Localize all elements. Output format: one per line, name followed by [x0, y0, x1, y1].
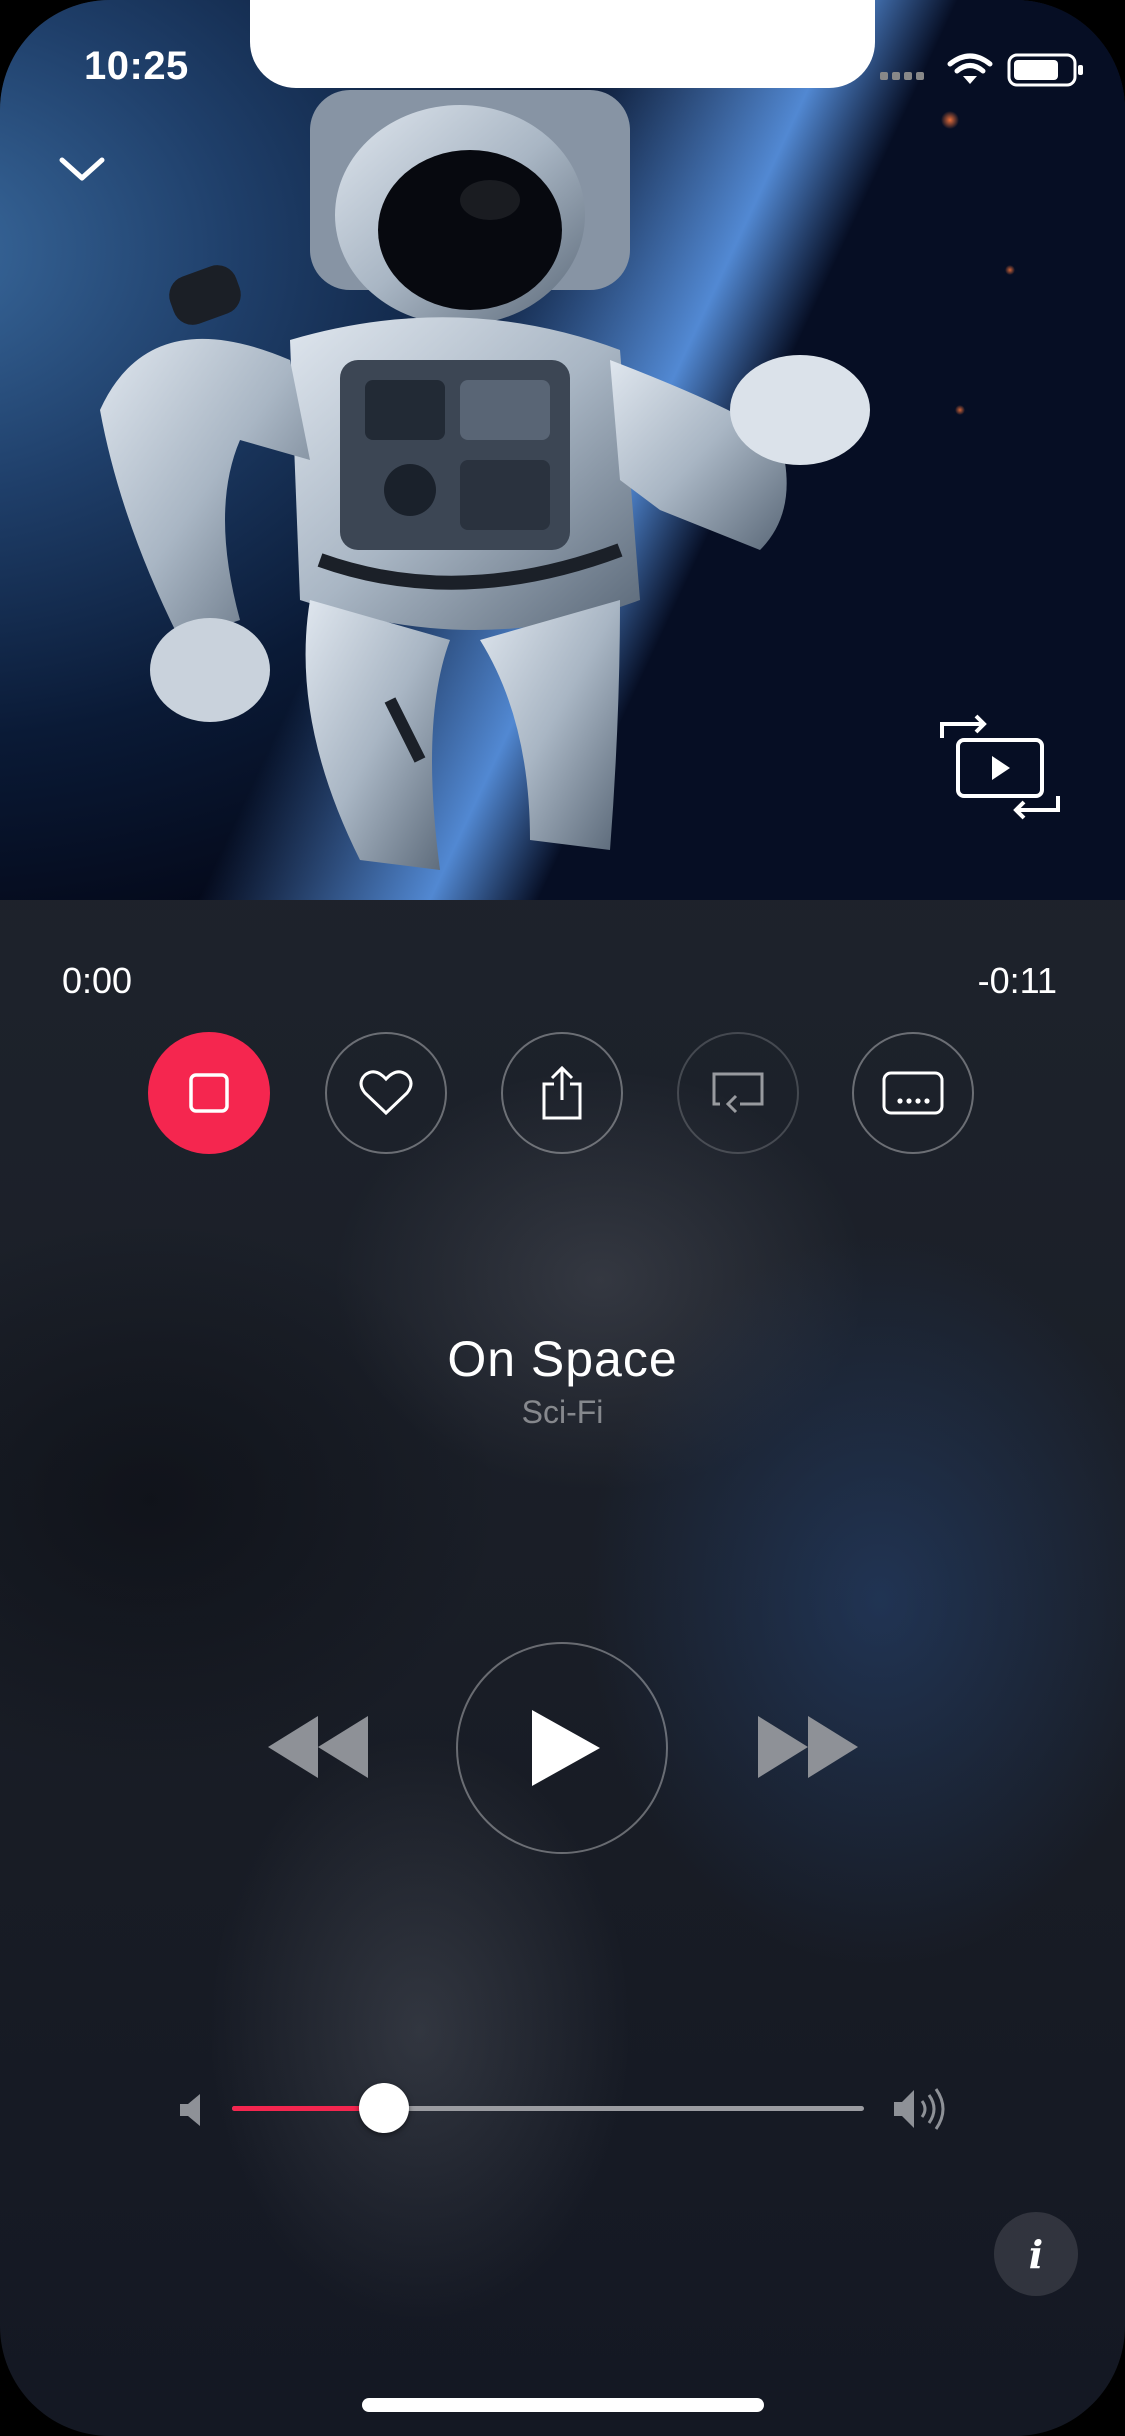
- status-icons: [880, 53, 1083, 87]
- volume-low-icon: [180, 2094, 200, 2126]
- share-icon: [542, 1066, 582, 1120]
- subtitles-icon: [882, 1071, 944, 1115]
- reply-icon: [712, 1072, 764, 1114]
- volume-high-icon: [894, 2088, 945, 2130]
- share-button[interactable]: [501, 1032, 623, 1154]
- play-button[interactable]: [456, 1642, 668, 1854]
- battery-icon: [1007, 53, 1083, 87]
- track-title: On Space: [447, 1331, 678, 1387]
- heart-icon: [359, 1070, 413, 1116]
- astronaut-image: [100, 90, 870, 870]
- track-category: Sci-Fi: [521, 1394, 604, 1430]
- home-indicator: [362, 2398, 764, 2412]
- info-button[interactable]: i: [994, 2212, 1078, 2296]
- notch: [250, 0, 875, 88]
- player-screen: 10:25 0:00 -0:11 On Space Sci-Fi i: [0, 0, 1125, 2436]
- elapsed-time: 0:00: [62, 960, 133, 1001]
- volume-slider[interactable]: [232, 2083, 864, 2133]
- remaining-time: -0:11: [977, 960, 1057, 1001]
- reply-button[interactable]: [677, 1032, 799, 1154]
- fast-forward-icon[interactable]: [756, 1712, 860, 1782]
- volume-slider-thumb[interactable]: [358, 2083, 409, 2133]
- favorite-button[interactable]: [325, 1032, 447, 1154]
- play-icon: [532, 1710, 600, 1786]
- subtitles-button[interactable]: [852, 1032, 974, 1154]
- video-artwork[interactable]: [0, 0, 1125, 900]
- picture-in-picture-icon[interactable]: [940, 712, 1060, 822]
- wifi-icon: [947, 53, 993, 84]
- rewind-icon[interactable]: [266, 1712, 370, 1782]
- stop-button[interactable]: [148, 1032, 270, 1154]
- status-time: 10:25: [84, 44, 189, 88]
- stop-icon: [189, 1073, 229, 1113]
- cellular-signal-icon: [880, 72, 924, 80]
- chevron-down-icon[interactable]: [52, 140, 112, 200]
